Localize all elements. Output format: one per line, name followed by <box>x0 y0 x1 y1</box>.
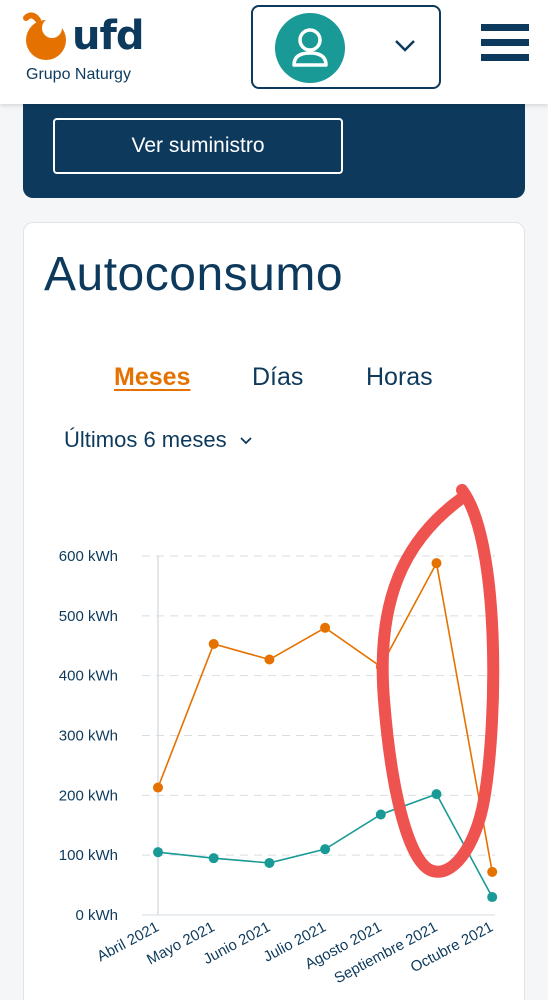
chevron-down-icon <box>240 437 252 445</box>
supply-card: Ver suministro <box>23 104 525 198</box>
tab-horas[interactable]: Horas <box>366 363 433 392</box>
user-icon <box>292 28 328 67</box>
ufd-logo[interactable]: ufd Grupo Naturgy <box>22 8 162 88</box>
logo-text: ufd <box>72 13 145 59</box>
ufd-logo-icon <box>23 12 66 60</box>
period-tabs: Meses Días Horas <box>24 363 526 403</box>
avatar <box>275 13 345 83</box>
logo-subtitle: Grupo Naturgy <box>26 66 131 83</box>
range-selector[interactable]: Últimos 6 meses <box>64 427 253 453</box>
tab-meses[interactable]: Meses <box>114 363 190 392</box>
tab-dias[interactable]: Días <box>252 363 303 392</box>
autoconsumo-card: Autoconsumo Meses Días Horas Últimos 6 m… <box>23 222 525 1000</box>
hamburger-menu-icon[interactable] <box>481 24 531 74</box>
top-bar: ufd Grupo Naturgy <box>0 0 548 104</box>
range-selector-label: Últimos 6 meses <box>64 427 227 452</box>
user-account-dropdown[interactable] <box>251 5 441 89</box>
chevron-down-icon <box>395 40 415 52</box>
ver-suministro-button[interactable]: Ver suministro <box>53 118 343 174</box>
page-title: Autoconsumo <box>44 248 344 301</box>
